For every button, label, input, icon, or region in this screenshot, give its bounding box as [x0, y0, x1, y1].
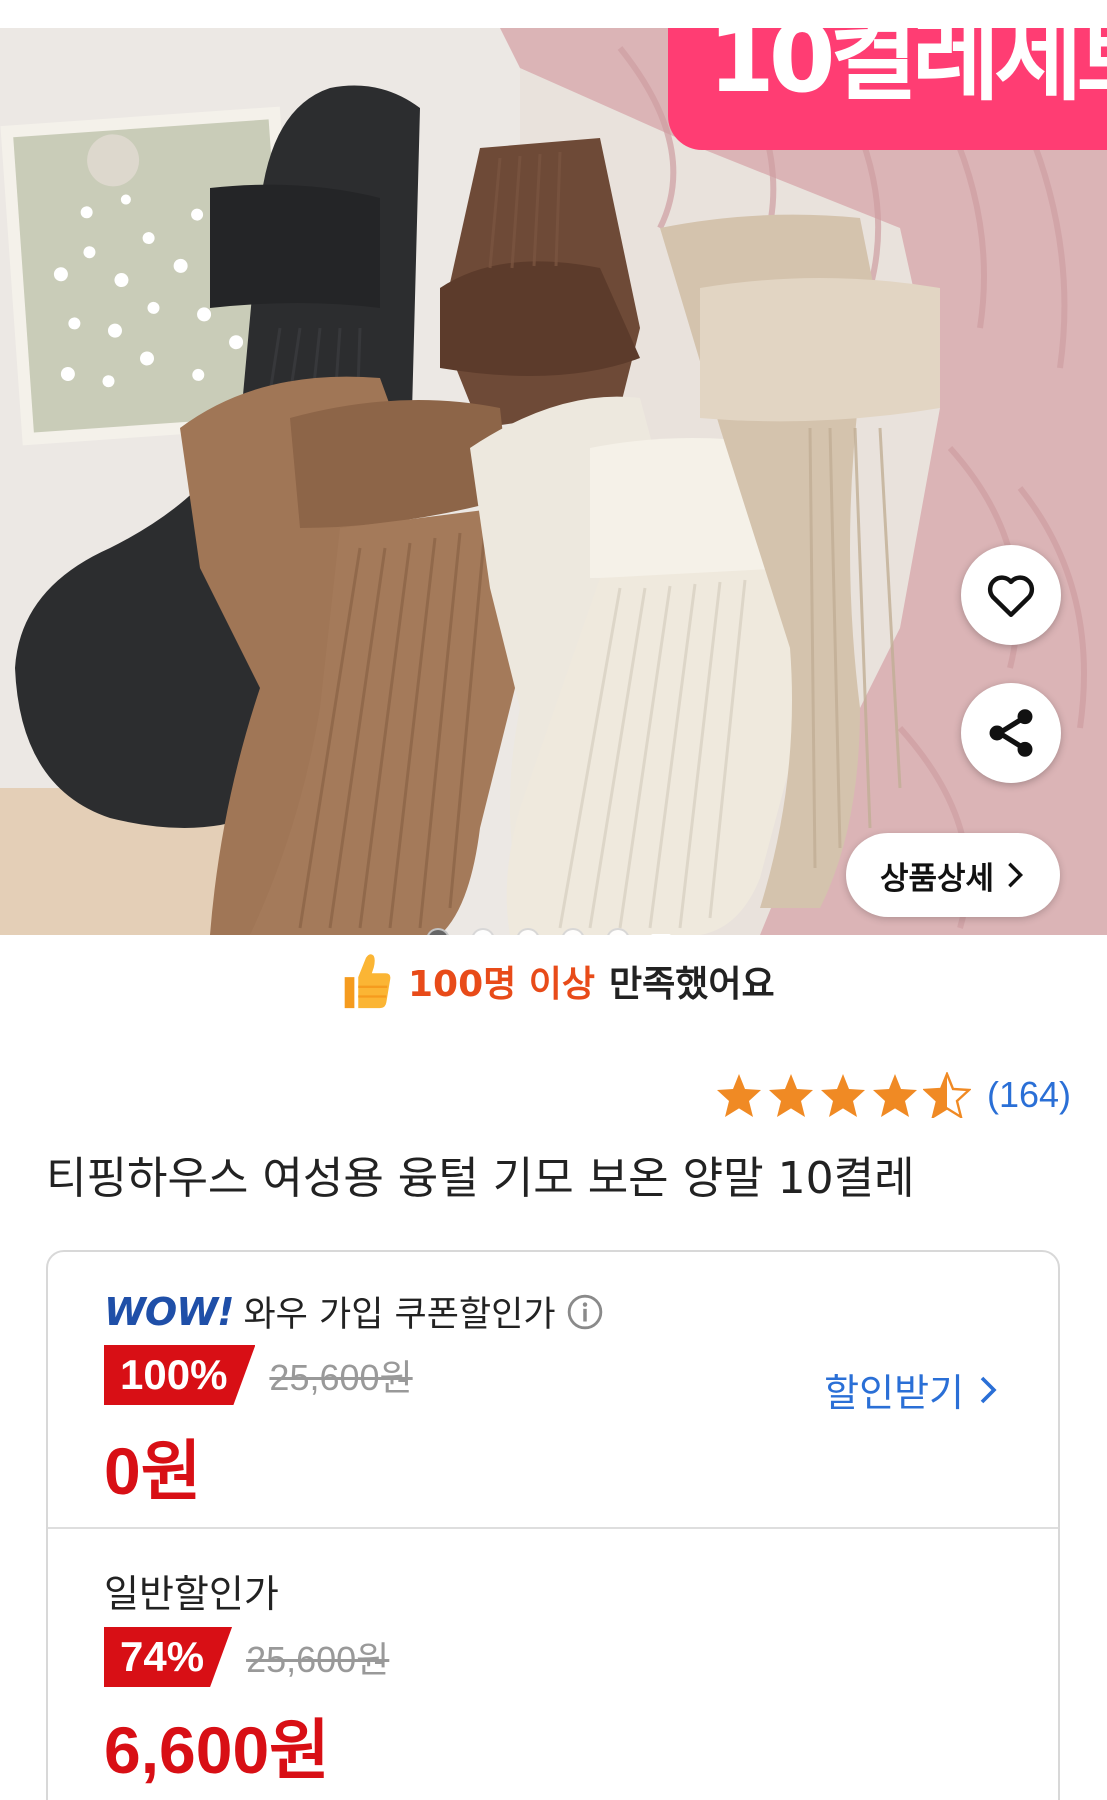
wow-header: WOW! 와우 가입 쿠폰할인가 [104, 1286, 604, 1337]
status-strip [0, 0, 1107, 28]
star-icon [872, 1074, 917, 1117]
get-coupon-label: 할인받기 [824, 1371, 964, 1415]
info-icon[interactable] [566, 1293, 604, 1331]
normal-discount-section: 일반할인가 74% 25,600원 6,600원 [48, 1527, 1058, 1800]
wishlist-button[interactable] [961, 545, 1061, 645]
wow-original-price: 25,600원 [269, 1357, 413, 1398]
carousel-dot[interactable] [606, 928, 630, 935]
carousel-more-icon[interactable] [651, 930, 671, 935]
wow-coupon-section: WOW! 와우 가입 쿠폰할인가 100% 25,600원 0원 할인받기 [48, 1252, 1058, 1527]
product-title: 티핑하우스 여성용 융털 기모 보온 양말 10켤레 [46, 1153, 915, 1204]
satisfaction-highlight: 100명 이상 [408, 964, 596, 1005]
carousel-dot[interactable] [516, 928, 540, 935]
share-icon [989, 709, 1033, 757]
product-detail-button[interactable]: 상품상세 [846, 833, 1060, 917]
review-count[interactable]: (164) [987, 1074, 1071, 1116]
get-coupon-link[interactable]: 할인받기 [824, 1362, 998, 1417]
product-photo [0, 28, 1107, 935]
share-button[interactable] [961, 683, 1061, 783]
half-star-icon [922, 1072, 971, 1118]
wow-coupon-label: 와우 가입 쿠폰할인가 [243, 1295, 556, 1335]
carousel-dot[interactable] [561, 928, 585, 935]
wow-discount-badge: 100% [104, 1345, 255, 1405]
carousel-indicator [426, 928, 671, 935]
wow-discount-row: 100% 25,600원 [104, 1345, 413, 1405]
carousel-dot[interactable] [471, 928, 495, 935]
satisfaction-text: 만족했어요 [609, 964, 775, 1005]
normal-discount-badge: 74% [104, 1627, 232, 1687]
promo-badge: 10켤레세트 [668, 28, 1107, 150]
chevron-right-icon [1008, 862, 1024, 888]
star-icon [716, 1074, 761, 1117]
normal-discount-label: 일반할인가 [104, 1572, 279, 1616]
price-card: WOW! 와우 가입 쿠폰할인가 100% 25,600원 0원 할인받기 일반… [46, 1250, 1060, 1800]
wow-final-price: 0원 [104, 1434, 202, 1508]
normal-original-price: 25,600원 [246, 1639, 390, 1680]
satisfaction-banner: 100명 이상 만족했어요 [338, 950, 775, 1012]
normal-final-price: 6,600원 [104, 1713, 330, 1787]
star-icon [768, 1074, 813, 1117]
wow-logo: WOW! [104, 1289, 234, 1334]
product-image-carousel[interactable]: 10켤레세트 상품상세 [0, 28, 1107, 935]
product-detail-label: 상품상세 [879, 860, 995, 897]
star-icon [820, 1074, 865, 1117]
normal-discount-row: 74% 25,600원 [104, 1627, 389, 1687]
rating-summary[interactable]: (164) [715, 1072, 1071, 1118]
carousel-dot[interactable] [426, 928, 450, 935]
star-rating [715, 1072, 971, 1118]
heart-icon [987, 575, 1035, 618]
promo-badge-text: 10켤레세트 [708, 28, 1107, 114]
chevron-right-icon [980, 1376, 997, 1403]
thumbs-up-icon [344, 954, 391, 1009]
